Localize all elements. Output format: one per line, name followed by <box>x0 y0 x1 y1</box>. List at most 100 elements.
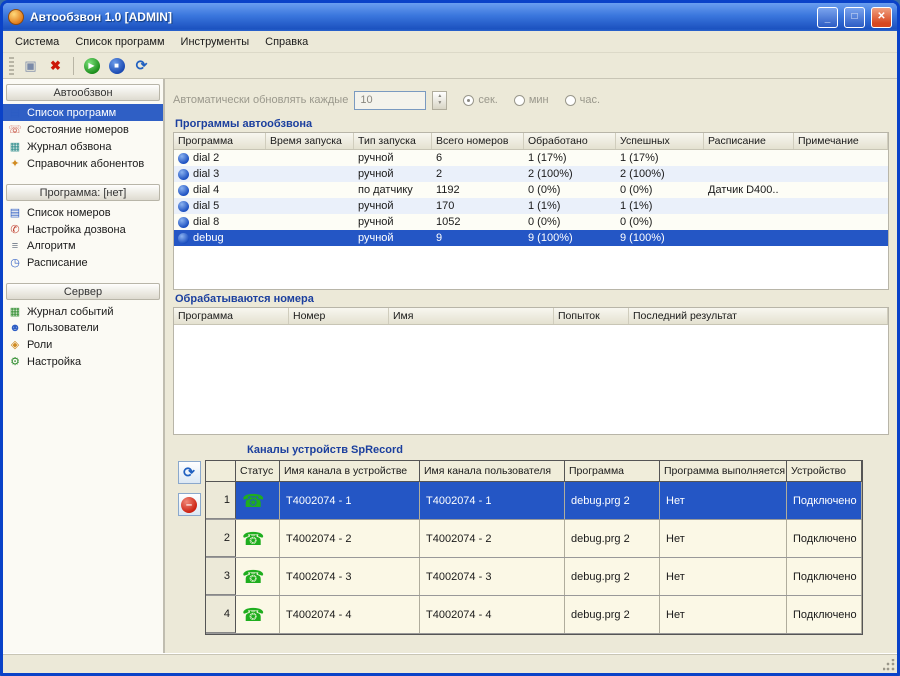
channels-section-title: Каналы устройств SpRecord <box>173 442 889 460</box>
table-row[interactable]: dial 3 ручной 2 2 (100%) 2 (100%) <box>174 166 888 182</box>
program-cell: debug.prg 2 <box>565 558 660 595</box>
running-cell: Нет <box>660 596 787 633</box>
sidebar-item-label: Состояние номеров <box>27 124 129 136</box>
col-attempts[interactable]: Попыток <box>554 308 629 324</box>
col-success[interactable]: Успешных <box>616 133 704 149</box>
sidebar-group-server: Сервер ▦ Журнал событий ☻ Пользователи ◈… <box>3 283 163 370</box>
spinner-up-icon: ▲ <box>437 94 442 99</box>
sidebar-item-number-list[interactable]: ▤ Список номеров <box>3 204 163 221</box>
sidebar-item-roles[interactable]: ◈ Роли <box>3 336 163 353</box>
table-row[interactable]: dial 4 по датчику 1192 0 (0%) 0 (0%) Дат… <box>174 182 888 198</box>
success-cell: 0 (0%) <box>616 184 704 196</box>
sidebar-item-label: Роли <box>27 339 52 351</box>
channels-table: Статус Имя канала в устройстве Имя канал… <box>205 460 863 635</box>
dial-settings-icon: ✆ <box>8 223 22 236</box>
table-row[interactable]: dial 2 ручной 6 1 (17%) 1 (17%) <box>174 150 888 166</box>
col-user-channel[interactable]: Имя канала пользователя <box>420 461 565 481</box>
table-row-selected[interactable]: debug ручной 9 9 (100%) 9 (100%) <box>174 230 888 246</box>
col-device-channel[interactable]: Имя канала в устройстве <box>280 461 420 481</box>
sidebar-item-call-log[interactable]: ▦ Журнал обзвона <box>3 138 163 155</box>
col-name[interactable]: Имя <box>389 308 554 324</box>
col-rownum[interactable] <box>206 461 236 481</box>
sidebar-item-subscribers[interactable]: ✦ Справочник абонентов <box>3 155 163 172</box>
processing-section-title: Обрабатываются номера <box>173 290 889 307</box>
program-icon <box>178 201 189 212</box>
sidebar-item-numbers-state[interactable]: ☏ Состояние номеров <box>3 121 163 138</box>
sidebar-item-dial-settings[interactable]: ✆ Настройка дозвона <box>3 221 163 238</box>
table-row[interactable]: dial 8 ручной 1052 0 (0%) 0 (0%) <box>174 214 888 230</box>
sidebar-item-users[interactable]: ☻ Пользователи <box>3 320 163 336</box>
col-program-running[interactable]: Программа выполняется <box>660 461 787 481</box>
processed-cell: 0 (0%) <box>524 216 616 228</box>
user-channel-cell: T4002074 - 3 <box>420 558 565 595</box>
unit-seconds-label: сек. <box>478 94 498 106</box>
processed-cell: 1 (17%) <box>524 152 616 164</box>
sidebar-item-event-log[interactable]: ▦ Журнал событий <box>3 303 163 320</box>
channel-row[interactable]: 4 ☎ T4002074 - 4 T4002074 - 4 debug.prg … <box>206 596 862 634</box>
col-schedule[interactable]: Расписание <box>704 133 794 149</box>
sidebar-item-label: Справочник абонентов <box>27 158 144 170</box>
channel-row-selected[interactable]: 1 ☎ T4002074 - 1 T4002074 - 1 debug.prg … <box>206 482 862 520</box>
col-status[interactable]: Статус <box>236 461 280 481</box>
title-bar[interactable]: Автообзвон 1.0 [ADMIN] _ □ ✕ <box>3 3 897 31</box>
unit-minutes-option[interactable]: мин <box>514 94 549 106</box>
auto-refresh-label: Автоматически обновлять каждые <box>173 94 348 106</box>
toolbar-grip[interactable] <box>9 57 14 75</box>
channel-row[interactable]: 2 ☎ T4002074 - 2 T4002074 - 2 debug.prg … <box>206 520 862 558</box>
sidebar-item-settings[interactable]: ⚙ Настройка <box>3 353 163 370</box>
minimize-button[interactable]: _ <box>817 7 838 28</box>
total-cell: 6 <box>432 152 524 164</box>
menu-program-list[interactable]: Список программ <box>67 33 172 51</box>
channels-refresh-icon: ⟳ <box>183 464 195 481</box>
col-program[interactable]: Программа <box>174 133 266 149</box>
properties-button[interactable]: ▣ <box>19 55 42 77</box>
col-note[interactable]: Примечание <box>794 133 888 149</box>
table-row[interactable]: dial 5 ручной 170 1 (1%) 1 (1%) <box>174 198 888 214</box>
refresh-button[interactable]: ⟳ <box>130 55 153 77</box>
channels-refresh-button[interactable]: ⟳ <box>178 461 201 484</box>
sidebar-item-algorithm[interactable]: ≡ Алгоритм <box>3 238 163 254</box>
unit-seconds-option[interactable]: сек. <box>463 94 498 106</box>
col-program[interactable]: Программа <box>565 461 660 481</box>
stop-button[interactable]: ■ <box>105 55 128 77</box>
close-button[interactable]: ✕ <box>871 7 892 28</box>
program-list-icon: ▤ <box>8 106 22 119</box>
group-header-autodial: Автообзвон <box>6 84 160 101</box>
refresh-interval-stepper[interactable]: ▲▼ <box>432 91 447 110</box>
start-type-cell: ручной <box>354 200 432 212</box>
col-processed[interactable]: Обработано <box>524 133 616 149</box>
start-type-cell: ручной <box>354 168 432 180</box>
subscribers-icon: ✦ <box>8 157 22 170</box>
menu-tools[interactable]: Инструменты <box>173 33 258 51</box>
channels-gutter: ⟳ – <box>173 460 205 635</box>
col-program[interactable]: Программа <box>174 308 289 324</box>
col-last-result[interactable]: Последний результат <box>629 308 888 324</box>
start-button[interactable]: ▶ <box>80 55 103 77</box>
app-icon <box>8 9 24 25</box>
delete-button[interactable]: ✖ <box>44 55 67 77</box>
menu-help[interactable]: Справка <box>257 33 316 51</box>
resize-grip[interactable] <box>883 659 896 672</box>
col-total-numbers[interactable]: Всего номеров <box>432 133 524 149</box>
sidebar-item-schedule[interactable]: ◷ Расписание <box>3 254 163 271</box>
channels-stop-button[interactable]: – <box>178 493 201 516</box>
col-start-time[interactable]: Время запуска <box>266 133 354 149</box>
algorithm-icon: ≡ <box>8 240 22 252</box>
sidebar-item-program-list[interactable]: ▤ Список программ <box>3 104 163 121</box>
menu-system[interactable]: Система <box>7 33 67 51</box>
program-cell: debug.prg 2 <box>565 482 660 519</box>
status-cell: ☎ <box>236 558 280 595</box>
total-cell: 1052 <box>432 216 524 228</box>
program-icon <box>178 185 189 196</box>
refresh-interval-input[interactable]: 10 <box>354 91 426 110</box>
col-start-type[interactable]: Тип запуска <box>354 133 432 149</box>
channel-row[interactable]: 3 ☎ T4002074 - 3 T4002074 - 3 debug.prg … <box>206 558 862 596</box>
maximize-button[interactable]: □ <box>844 7 865 28</box>
unit-hours-option[interactable]: час. <box>565 94 600 106</box>
col-device[interactable]: Устройство <box>787 461 862 481</box>
stop-icon: ■ <box>109 58 125 74</box>
processed-cell: 0 (0%) <box>524 184 616 196</box>
program-icon <box>178 153 189 164</box>
col-number[interactable]: Номер <box>289 308 389 324</box>
processing-table: Программа Номер Имя Попыток Последний ре… <box>173 307 889 435</box>
